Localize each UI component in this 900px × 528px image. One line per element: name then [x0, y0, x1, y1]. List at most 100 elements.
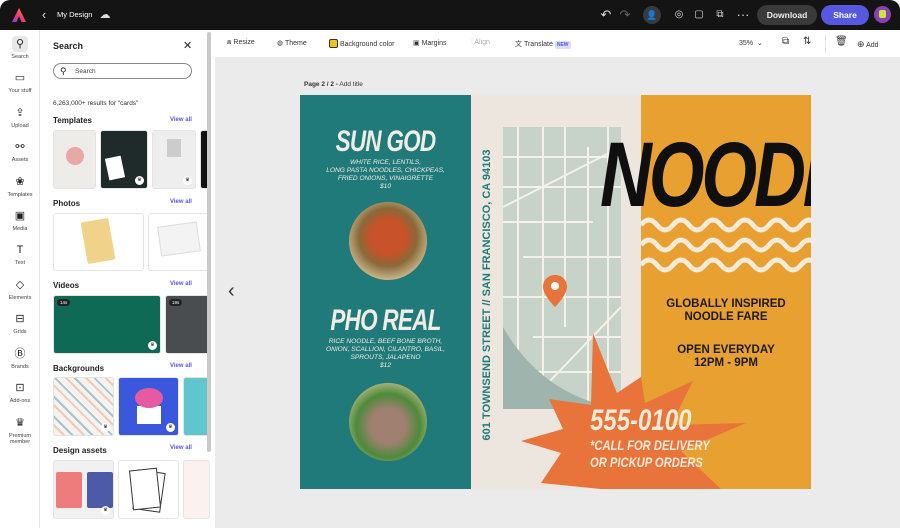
- background-thumb[interactable]: [183, 377, 210, 436]
- grids-icon: ⊟: [15, 313, 25, 325]
- undo-icon[interactable]: ↶: [598, 7, 614, 23]
- panel-title: Search: [53, 41, 84, 51]
- margins-icon: ▣: [413, 40, 420, 47]
- design-asset-thumb[interactable]: [118, 460, 179, 519]
- theme-icon: ◍: [277, 40, 284, 47]
- premium-badge: ♛: [148, 341, 157, 350]
- view-all-templates[interactable]: View all: [170, 117, 192, 123]
- background-thumb[interactable]: ♛: [118, 377, 179, 436]
- template-thumb[interactable]: ♛: [152, 130, 196, 189]
- design-asset-thumb[interactable]: [183, 460, 210, 519]
- rail-item-your-stuff[interactable]: ▭ Your stuff: [0, 70, 40, 94]
- theme-button[interactable]: ◍ Theme: [277, 39, 307, 47]
- rail-item-brands[interactable]: Ⓑ Brands: [0, 346, 40, 370]
- design-page[interactable]: SUN GOD WHITE RICE, LENTILS, LONG PASTA …: [300, 95, 811, 489]
- premium-badge: ♛: [101, 506, 110, 515]
- search-icon: ⚲: [60, 66, 67, 76]
- rail-item-media[interactable]: ▣ Media: [0, 208, 40, 232]
- section-photos: Photos: [53, 199, 81, 208]
- assets-icon: ⚯: [15, 141, 25, 153]
- rail-item-upload[interactable]: ⇪ Upload: [0, 105, 40, 129]
- video-thumb[interactable]: 14s ♛: [53, 295, 161, 354]
- invite-icon[interactable]: 👤: [643, 6, 661, 24]
- back-chevron-icon[interactable]: ‹: [36, 7, 52, 23]
- color-swatch-icon: [329, 39, 338, 48]
- view-all-backgrounds[interactable]: View all: [170, 363, 192, 369]
- avatar[interactable]: [874, 6, 891, 23]
- pages-icon[interactable]: ⧉: [782, 36, 789, 47]
- rail-item-elements[interactable]: ◇ Elements: [0, 277, 40, 301]
- design-asset-thumb[interactable]: ♛: [53, 460, 114, 519]
- premium-badge: ♛: [166, 423, 175, 432]
- search-panel: Search ✕ ⚲ Search 6,263,000+ results for…: [40, 30, 215, 528]
- zoom-level[interactable]: 35% ⌄: [739, 39, 763, 47]
- templates-icon: ❀: [15, 176, 25, 188]
- crown-icon: ♛: [15, 417, 25, 429]
- section-videos: Videos: [53, 281, 80, 290]
- top-bar: ‹ My Design ☁ ↶ ↷ 👤 ◎ ▢ ⧉ ··· Download S…: [0, 0, 900, 30]
- premium-badge: ♛: [101, 423, 110, 432]
- close-icon[interactable]: ✕: [183, 39, 192, 52]
- section-design-assets: Design assets: [53, 446, 107, 455]
- video-thumb[interactable]: 19s: [165, 295, 210, 354]
- align-button[interactable]: ⫶ Align: [471, 39, 490, 47]
- add-button[interactable]: ⊕ Add: [857, 39, 879, 50]
- addons-icon: ⊡: [15, 382, 25, 394]
- address-text[interactable]: 601 TOWNSEND STREET // SAN FRANCISCO, CA…: [481, 145, 493, 445]
- prev-page-chevron-icon[interactable]: ‹: [228, 280, 235, 303]
- lightbulb-icon[interactable]: ◎: [671, 7, 687, 23]
- reorder-icon[interactable]: ⇅: [803, 36, 811, 47]
- photo-thumb[interactable]: [53, 213, 144, 271]
- cloud-icon: ☁: [99, 9, 111, 21]
- template-thumb[interactable]: [53, 130, 96, 189]
- elements-icon: ◇: [15, 279, 25, 291]
- dish-sun-god[interactable]: SUN GOD WHITE RICE, LENTILS, LONG PASTA …: [300, 125, 471, 191]
- photo-thumb[interactable]: [148, 213, 210, 271]
- rail-item-templates[interactable]: ❀ Templates: [0, 174, 40, 198]
- add-title-link[interactable]: Add title: [339, 81, 363, 88]
- text-icon: T: [16, 244, 24, 256]
- page-label: Page 2 / 2 - Add title: [304, 81, 363, 88]
- download-button[interactable]: Download: [757, 5, 817, 25]
- doc-title[interactable]: My Design: [57, 10, 92, 19]
- panel-scrollbar[interactable]: [207, 32, 211, 452]
- resize-icon: ⧈: [227, 39, 232, 46]
- rail-item-search[interactable]: ⚲ Search: [0, 36, 40, 60]
- rail-item-assets[interactable]: ⚯ Assets: [0, 139, 40, 163]
- view-all-videos[interactable]: View all: [170, 281, 192, 287]
- align-icon: ⫶: [471, 39, 473, 46]
- view-all-photos[interactable]: View all: [170, 199, 192, 205]
- background-thumb[interactable]: ♛: [53, 377, 114, 436]
- translate-icon: 文: [515, 41, 522, 48]
- left-rail: ⚲ Search ▭ Your stuff ⇪ Upload ⚯ Assets ❀ Tem…: [0, 30, 40, 528]
- view-all-design-assets[interactable]: View all: [170, 445, 192, 451]
- rail-item-premium[interactable]: ♛ Premium member: [0, 415, 40, 445]
- dish-photo[interactable]: [349, 202, 427, 280]
- margins-button[interactable]: ▣ Margins: [413, 39, 446, 47]
- tagline[interactable]: GLOBALLY INSPIRED NOODLE FARE: [641, 298, 811, 324]
- results-count: 6,263,000+ results for "cards": [53, 100, 139, 107]
- dish-pho-real[interactable]: PHO REAL RICE NOODLE, BEEF BONE BROTH, O…: [300, 304, 471, 370]
- media-icon: ▣: [14, 210, 26, 222]
- share-link-icon[interactable]: ⧉: [712, 7, 728, 23]
- adobe-express-logo[interactable]: [12, 8, 26, 22]
- template-thumb[interactable]: ♛: [100, 130, 148, 189]
- background-color-button[interactable]: Background color: [329, 39, 394, 48]
- brands-icon: Ⓑ: [14, 348, 26, 360]
- divider: [825, 35, 826, 53]
- rail-item-addons[interactable]: ⊡ Add-ons: [0, 380, 40, 404]
- more-icon[interactable]: ···: [735, 7, 751, 23]
- comment-icon[interactable]: ▢: [691, 7, 707, 23]
- translate-button[interactable]: 文 Translate NEW: [515, 39, 571, 49]
- resize-button[interactable]: ⧈ Resize: [227, 39, 255, 47]
- redo-icon[interactable]: ↷: [617, 7, 633, 23]
- search-input[interactable]: ⚲ Search: [53, 63, 192, 79]
- delete-icon[interactable]: 🗑: [835, 36, 848, 47]
- section-backgrounds: Backgrounds: [53, 364, 105, 373]
- rail-item-grids[interactable]: ⊟ Grids: [0, 311, 40, 335]
- premium-badge: ♛: [135, 176, 144, 185]
- share-button[interactable]: Share: [821, 5, 869, 25]
- phone-block[interactable]: 555-0100 *CALL FOR DELIVERY OR PICKUP OR…: [590, 405, 710, 471]
- dish-photo[interactable]: [349, 383, 427, 461]
- rail-item-text[interactable]: T Text: [0, 242, 40, 266]
